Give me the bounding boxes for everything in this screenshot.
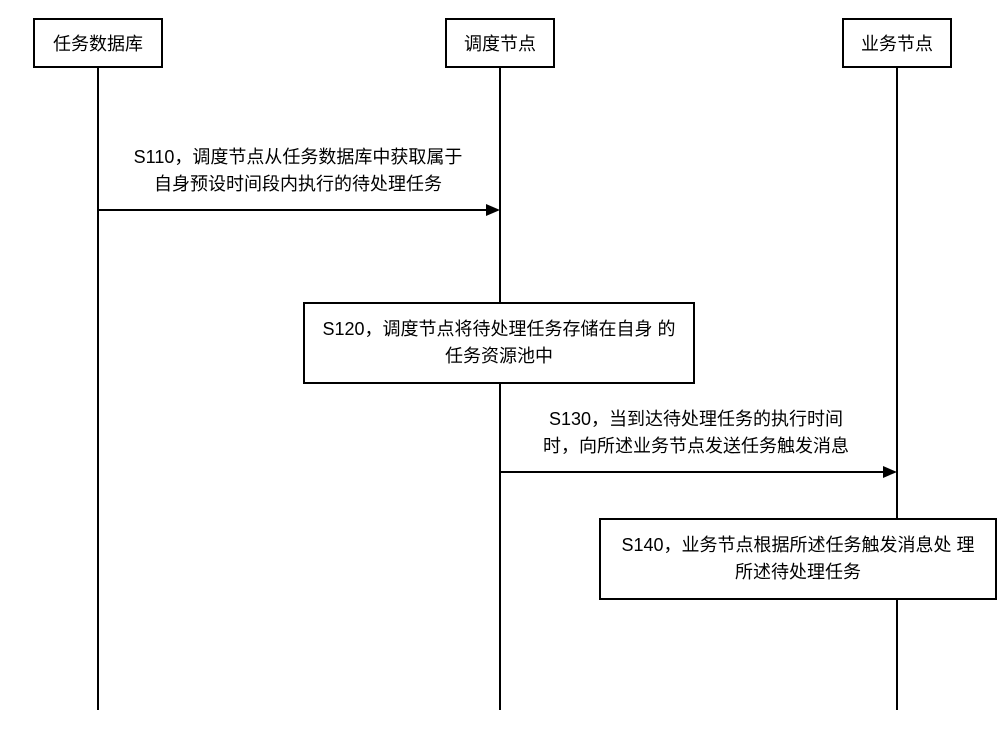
message-s110-arrowhead [486,204,500,216]
lifeline-scheduler-node [499,62,501,710]
participant-scheduler-node: 调度节点 [445,18,555,68]
participant-business-node: 业务节点 [842,18,952,68]
participant-task-database: 任务数据库 [33,18,163,68]
lifeline-business-node [896,62,898,710]
note-s140: S140，业务节点根据所述任务触发消息处 理所述待处理任务 [599,518,997,600]
note-s120: S120，调度节点将待处理任务存储在自身 的任务资源池中 [303,302,695,384]
message-s110-label: S110，调度节点从任务数据库中获取属于 自身预设时间段内执行的待处理任务 [108,144,488,198]
message-s130-arrowhead [883,466,897,478]
message-s130-arrow [501,471,886,473]
lifeline-task-database [97,62,99,710]
message-s130-label: S130，当到达待处理任务的执行时间 时，向所述业务节点发送任务触发消息 [511,406,881,460]
message-s110-arrow [99,209,489,211]
